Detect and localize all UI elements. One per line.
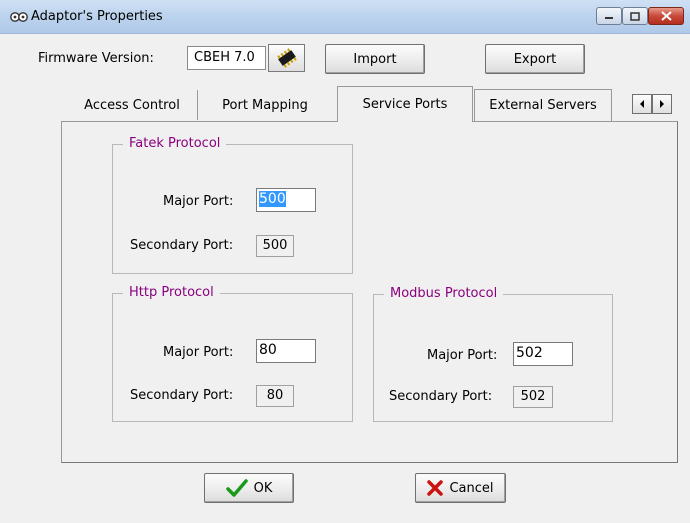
http-protocol-title: Http Protocol	[123, 285, 220, 300]
http-major-port-input[interactable]: 80	[256, 339, 316, 363]
fatek-secondary-port-label: Secondary Port:	[130, 238, 234, 253]
close-icon	[660, 11, 672, 21]
fatek-major-port-label: Major Port:	[163, 194, 234, 209]
minimize-button[interactable]	[596, 7, 622, 25]
modbus-protocol-group: Modbus Protocol Major Port: 502 Secondar…	[373, 286, 613, 422]
import-button[interactable]: Import	[325, 44, 425, 74]
fatek-protocol-title: Fatek Protocol	[123, 136, 227, 151]
modbus-major-port-input[interactable]: 502	[513, 342, 573, 366]
tab-port-mapping[interactable]: Port Mapping	[202, 90, 328, 120]
title-bar[interactable]: Adaptor's Properties	[0, 0, 690, 34]
window-title: Adaptor's Properties	[31, 9, 163, 24]
firmware-label: Firmware Version:	[38, 51, 154, 66]
close-button[interactable]	[648, 7, 684, 25]
firmware-version-field: CBEH 7.0	[187, 46, 266, 70]
arrow-left-icon	[640, 100, 644, 108]
arrow-right-icon	[660, 100, 664, 108]
checkmark-icon	[225, 479, 248, 497]
gear-chain-icon	[10, 12, 28, 22]
minimize-icon	[605, 17, 613, 19]
maximize-button[interactable]	[622, 7, 648, 25]
tab-scroll-left-button[interactable]	[632, 94, 652, 114]
ok-label: OK	[253, 480, 273, 496]
tab-access-control[interactable]: Access Control	[67, 90, 198, 120]
http-secondary-port-value: 80	[256, 385, 294, 407]
firmware-chip-button[interactable]	[268, 44, 305, 72]
tab-external-servers[interactable]: External Servers	[474, 89, 612, 121]
http-major-port-label: Major Port:	[163, 345, 234, 360]
tab-service-ports[interactable]: Service Ports	[337, 86, 473, 122]
fatek-major-port-input[interactable]: 500	[256, 188, 316, 212]
service-ports-panel: Fatek Protocol Major Port: 500 Secondary…	[61, 121, 678, 463]
cancel-button[interactable]: Cancel	[415, 473, 506, 503]
fatek-major-port-value: 500	[259, 191, 286, 207]
modbus-secondary-port-label: Secondary Port:	[389, 389, 493, 404]
ok-button[interactable]: OK	[204, 473, 294, 503]
http-secondary-port-label: Secondary Port:	[130, 388, 234, 403]
export-button[interactable]: Export	[485, 44, 585, 74]
fatek-secondary-port-value: 500	[256, 235, 294, 257]
tab-scroll-right-button[interactable]	[652, 94, 672, 114]
fatek-protocol-group: Fatek Protocol Major Port: 500 Secondary…	[112, 136, 353, 274]
maximize-icon	[630, 11, 640, 21]
cancel-label: Cancel	[449, 480, 494, 496]
http-protocol-group: Http Protocol Major Port: 80 Secondary P…	[112, 285, 353, 422]
chip-icon	[276, 48, 297, 68]
modbus-major-port-label: Major Port:	[427, 348, 498, 363]
x-icon	[427, 480, 444, 496]
modbus-protocol-title: Modbus Protocol	[384, 286, 504, 301]
modbus-secondary-port-value: 502	[513, 386, 553, 408]
